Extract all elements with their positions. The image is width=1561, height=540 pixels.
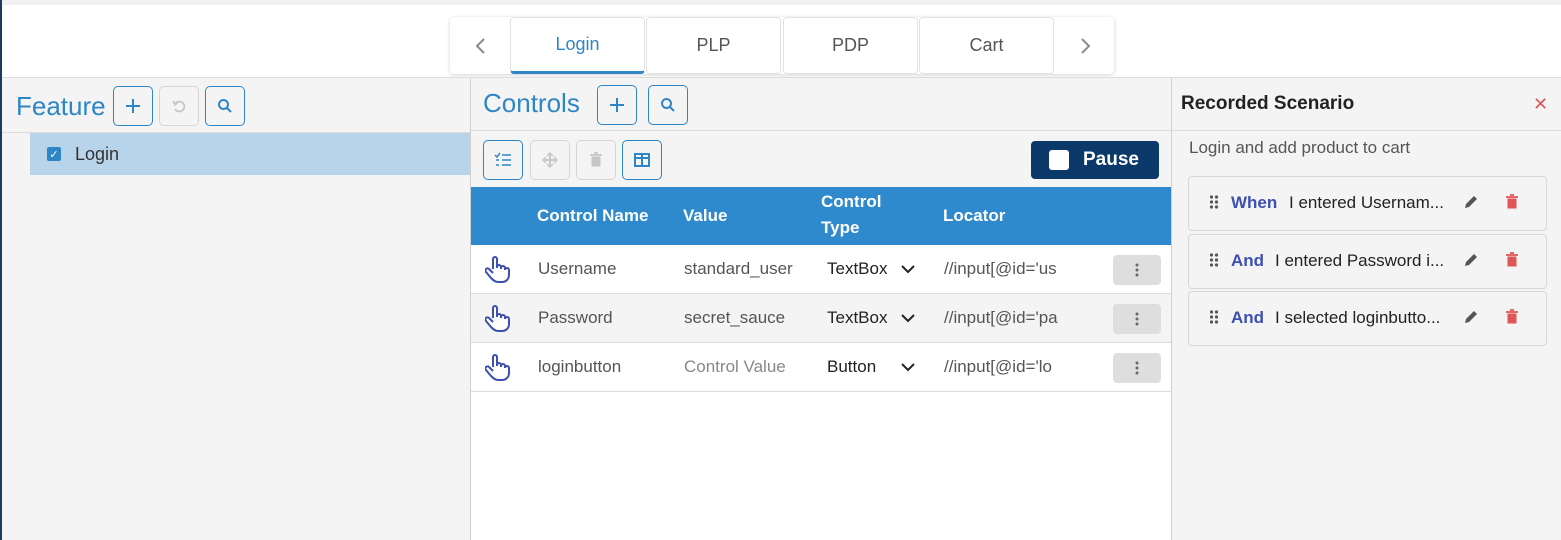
recorded-scenario-panel: Recorded Scenario ✕ Login and add produc… bbox=[1172, 78, 1561, 540]
step-keyword: And bbox=[1231, 251, 1265, 270]
control-name-cell: loginbutton bbox=[538, 357, 622, 376]
control-type-select[interactable]: TextBox bbox=[827, 245, 897, 293]
close-icon[interactable]: ✕ bbox=[1533, 94, 1548, 115]
hand-pointer-icon[interactable] bbox=[485, 245, 511, 293]
control-name-cell: Password bbox=[538, 308, 613, 327]
hand-pointer-icon[interactable] bbox=[485, 294, 511, 342]
search-icon bbox=[218, 99, 232, 113]
controls-header: Controls bbox=[471, 78, 1171, 130]
drag-handle-icon[interactable] bbox=[1209, 309, 1219, 325]
page-tab-bar: Login PLP PDP Cart bbox=[450, 17, 1114, 74]
chevron-down-icon[interactable] bbox=[901, 264, 915, 274]
column-header-locator[interactable]: Locator bbox=[943, 203, 1005, 229]
columns-button[interactable] bbox=[622, 140, 662, 180]
more-vertical-icon bbox=[1135, 361, 1139, 375]
scenario-step[interactable]: And I selected loginbutto... bbox=[1188, 291, 1547, 346]
add-feature-button[interactable] bbox=[113, 86, 153, 126]
search-icon bbox=[661, 98, 675, 112]
chevron-right-icon[interactable] bbox=[1056, 17, 1114, 74]
delete-control-button[interactable] bbox=[576, 140, 616, 180]
trash-icon bbox=[590, 152, 602, 167]
checklist-icon bbox=[494, 152, 511, 166]
trash-icon[interactable] bbox=[1505, 309, 1519, 325]
plus-icon bbox=[610, 98, 624, 112]
recorded-divider bbox=[1172, 130, 1561, 131]
undo-feature-button[interactable] bbox=[159, 86, 199, 126]
locator-cell[interactable]: //input[@id='lo bbox=[944, 343, 1066, 391]
step-keyword: And bbox=[1231, 308, 1265, 327]
column-header-value[interactable]: Value bbox=[683, 203, 727, 229]
search-control-button[interactable] bbox=[648, 85, 688, 125]
trash-icon[interactable] bbox=[1505, 252, 1519, 268]
pause-label: Pause bbox=[1083, 149, 1139, 170]
move-icon bbox=[542, 152, 558, 168]
stop-icon bbox=[1049, 150, 1069, 170]
pencil-icon[interactable] bbox=[1463, 194, 1479, 210]
add-control-button[interactable] bbox=[597, 85, 637, 125]
step-text: I entered Password i... bbox=[1275, 251, 1445, 270]
top-strip bbox=[2, 0, 1561, 5]
feature-title: Feature bbox=[16, 91, 106, 121]
controls-table-header: Control Name Value Control Type Locator bbox=[471, 187, 1171, 245]
drag-handle-icon[interactable] bbox=[1209, 252, 1219, 268]
feature-item-label: Login bbox=[75, 143, 120, 164]
control-value-input[interactable]: Control Value bbox=[684, 343, 796, 391]
control-type-select[interactable]: Button bbox=[827, 343, 897, 391]
column-header-control-type[interactable]: Control Type bbox=[821, 189, 901, 241]
controls-title: Controls bbox=[483, 88, 580, 118]
tab-plp[interactable]: PLP bbox=[646, 17, 781, 74]
undo-icon bbox=[172, 100, 186, 113]
plus-icon bbox=[126, 99, 140, 113]
table-empty-area bbox=[471, 392, 1171, 540]
column-header-control-name[interactable]: Control Name bbox=[537, 203, 648, 229]
row-menu-button[interactable] bbox=[1113, 255, 1161, 285]
table-row[interactable]: Password secret_sauce TextBox //input[@i… bbox=[471, 294, 1171, 343]
step-text: I entered Usernam... bbox=[1289, 193, 1444, 212]
tab-login[interactable]: Login bbox=[510, 17, 645, 74]
pause-button[interactable]: Pause bbox=[1031, 141, 1159, 179]
tab-cart[interactable]: Cart bbox=[919, 17, 1054, 74]
scenario-description: Login and add product to cart bbox=[1189, 138, 1411, 157]
feature-panel: Feature ✓ Login bbox=[2, 78, 470, 540]
columns-icon bbox=[634, 153, 650, 167]
select-list-button[interactable] bbox=[483, 140, 523, 180]
chevron-down-icon[interactable] bbox=[901, 313, 915, 323]
control-name-cell: Username bbox=[538, 259, 617, 278]
search-feature-button[interactable] bbox=[205, 86, 245, 126]
table-row[interactable]: Username standard_user TextBox //input[@… bbox=[471, 245, 1171, 294]
chevron-left-icon[interactable] bbox=[452, 17, 510, 74]
recorded-scenario-title: Recorded Scenario bbox=[1181, 93, 1355, 114]
chevron-down-icon[interactable] bbox=[901, 362, 915, 372]
control-value-cell[interactable]: secret_sauce bbox=[684, 294, 796, 342]
drag-handle-icon[interactable] bbox=[1209, 194, 1219, 210]
scenario-step[interactable]: And I entered Password i... bbox=[1188, 234, 1547, 289]
feature-item-login[interactable]: ✓ Login bbox=[30, 133, 470, 175]
hand-pointer-icon[interactable] bbox=[485, 343, 511, 391]
more-vertical-icon bbox=[1135, 312, 1139, 326]
tab-pdp[interactable]: PDP bbox=[783, 17, 918, 74]
pencil-icon[interactable] bbox=[1463, 252, 1479, 268]
control-value-cell[interactable]: standard_user bbox=[684, 245, 796, 293]
more-vertical-icon bbox=[1135, 263, 1139, 277]
row-menu-button[interactable] bbox=[1113, 353, 1161, 383]
pencil-icon[interactable] bbox=[1463, 309, 1479, 325]
table-row[interactable]: loginbutton Control Value Button //input… bbox=[471, 343, 1171, 392]
row-menu-button[interactable] bbox=[1113, 304, 1161, 334]
control-type-select[interactable]: TextBox bbox=[827, 294, 897, 342]
step-text: I selected loginbutto... bbox=[1275, 308, 1441, 327]
step-keyword: When bbox=[1231, 193, 1278, 212]
locator-cell[interactable]: //input[@id='us bbox=[944, 245, 1066, 293]
trash-icon[interactable] bbox=[1505, 194, 1519, 210]
move-button[interactable] bbox=[530, 140, 570, 180]
locator-cell[interactable]: //input[@id='pa bbox=[944, 294, 1066, 342]
checkbox-checked-icon[interactable]: ✓ bbox=[47, 147, 61, 161]
scenario-step[interactable]: When I entered Usernam... bbox=[1188, 176, 1547, 231]
